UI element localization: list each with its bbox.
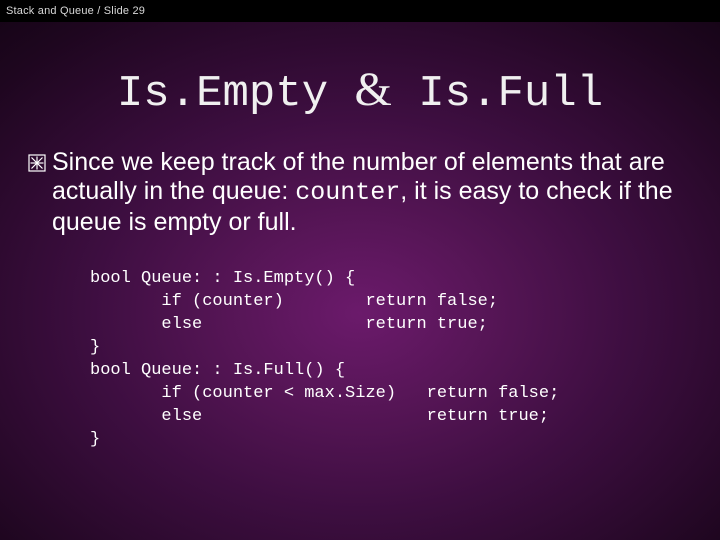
code-line-8: }: [90, 430, 100, 449]
bullet-item: Since we keep track of the number of ele…: [28, 148, 700, 236]
code-block: bool Queue: : Is.Empty() { if (counter) …: [90, 268, 690, 452]
code-line-5: bool Queue: : Is.Full() {: [90, 361, 345, 380]
slide-header-text: Stack and Queue / Slide 29: [6, 5, 145, 17]
asterisk-icon: [28, 154, 46, 172]
slide-title: Is.Empty & Is.Full: [0, 62, 720, 119]
title-ampersand: &: [355, 63, 392, 116]
title-left: Is.Empty: [117, 69, 328, 119]
title-right: Is.Full: [392, 69, 603, 119]
bullet-text: Since we keep track of the number of ele…: [52, 148, 700, 236]
code-line-6: if (counter < max.Size) return false;: [90, 384, 559, 403]
code-line-2: if (counter) return false;: [90, 292, 498, 311]
code-line-1: bool Queue: : Is.Empty() {: [90, 269, 355, 288]
code-line-7: else return true;: [90, 407, 549, 426]
bullet-mono: counter: [295, 178, 400, 207]
body-content: Since we keep track of the number of ele…: [28, 148, 700, 236]
code-line-3: else return true;: [90, 315, 488, 334]
code-line-4: }: [90, 338, 100, 357]
slide-header: Stack and Queue / Slide 29: [0, 0, 720, 22]
